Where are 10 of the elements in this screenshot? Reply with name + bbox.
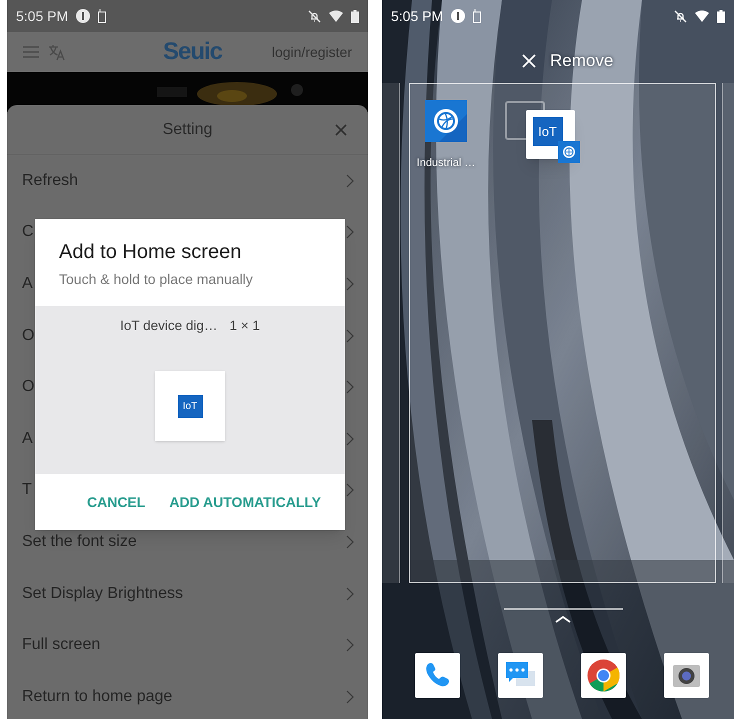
dialog-title: Add to Home screen xyxy=(59,241,242,263)
iot-app-icon: IoT xyxy=(532,117,562,146)
widget-name: IoT device dig… xyxy=(120,317,218,335)
logo: Seuic xyxy=(163,37,222,67)
sheet-title: Setting xyxy=(162,120,212,140)
status-time: 5:05 PM xyxy=(16,6,68,26)
status-time: 5:05 PM xyxy=(391,6,444,26)
dialog-subtitle: Touch & hold to place manually xyxy=(59,270,254,289)
iot-app-icon: IoT xyxy=(178,394,202,418)
widget-size: 1 × 1 xyxy=(229,317,260,335)
